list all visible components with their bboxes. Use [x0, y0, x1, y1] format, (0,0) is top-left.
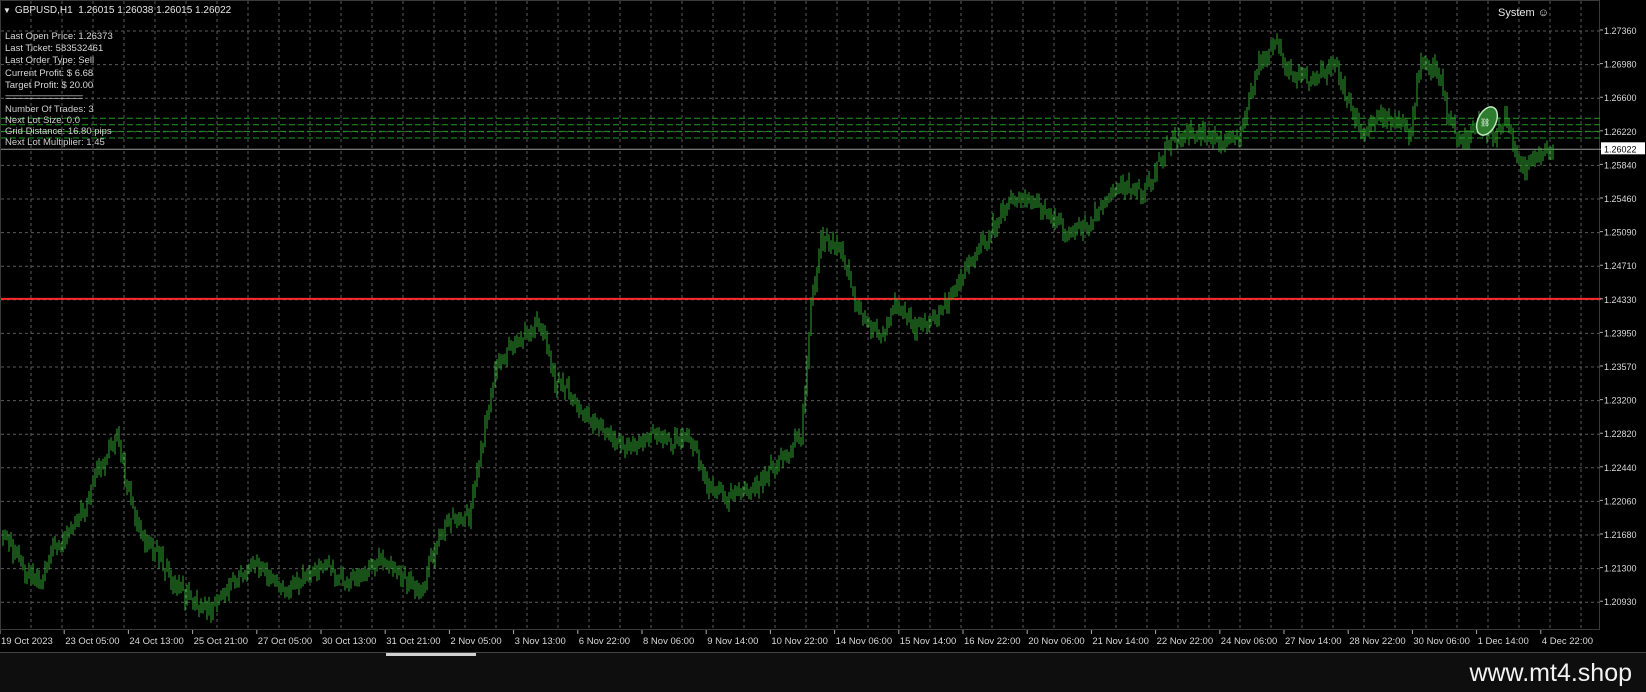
time-tick-label: 6 Nov 22:00: [579, 636, 630, 647]
time-tick-label: 23 Oct 05:00: [65, 636, 119, 647]
time-tick-label: 24 Nov 06:00: [1221, 636, 1278, 647]
chart-tab-indicator[interactable]: [386, 653, 476, 656]
price-tick-label: 1.25090: [1604, 228, 1637, 238]
price-tick-label: 1.20930: [1604, 597, 1637, 607]
grid-distance: Grid Distance: 16.80 pips: [5, 126, 112, 137]
price-tick-label: 1.21300: [1604, 564, 1637, 574]
time-tick-label: 9 Nov 14:00: [707, 636, 758, 647]
price-scale[interactable]: 1.27360 1.26980 1.26600 1.26220 1.25840 1.254…: [1600, 0, 1646, 641]
time-tick-label: 3 Nov 13:00: [515, 636, 566, 647]
chart-plot-area[interactable]: ⛓ ▼ GBPUSD,H1 1.26015 1.26038 1.26015 1.2…: [0, 0, 1601, 631]
time-tick-label: 21 Nov 14:00: [1092, 636, 1149, 647]
price-tick-label: 1.26220: [1604, 127, 1637, 137]
price-tick-label: 1.23570: [1604, 362, 1637, 372]
price-tick-label: 1.25840: [1604, 160, 1637, 170]
price-bars: [2, 33, 1554, 623]
symbol-timeframe: GBPUSD,H1: [14, 5, 73, 16]
time-tick-label: 24 Oct 13:00: [129, 636, 183, 647]
next-lot-multiplier: Next Lot Multiplier: 1.45: [5, 137, 105, 148]
chart-window[interactable]: ⛓ ▼ GBPUSD,H1 1.26015 1.26038 1.26015 1.2…: [0, 0, 1646, 652]
price-tick-label: 1.23950: [1604, 328, 1637, 338]
time-tick-label: 20 Nov 06:00: [1028, 636, 1085, 647]
last-order-type: Last Order Type: Sell: [5, 55, 95, 67]
price-tick-label: 1.22820: [1604, 429, 1637, 439]
price-tick-label: 1.21680: [1604, 530, 1637, 540]
time-tick-label: 30 Nov 06:00: [1413, 636, 1470, 647]
price-tick-label: 1.23200: [1604, 396, 1637, 406]
ea-info-panel: Last Open Price: 1.26373 Last Ticket: 58…: [5, 31, 113, 104]
price-tick-label: 1.27360: [1604, 26, 1637, 36]
separator-line: =================: [5, 92, 83, 104]
last-open-price: Last Open Price: 1.26373: [5, 31, 113, 42]
time-axis: 19 Oct 2023 23 Oct 05:00 24 Oct 13:00 25 Oc…: [0, 630, 1593, 647]
system-label: System: [1498, 7, 1535, 19]
time-tick-label: 2 Nov 05:00: [450, 636, 501, 647]
time-tick-label: 16 Nov 22:00: [964, 636, 1021, 647]
svg-text:⛓: ⛓: [1480, 118, 1490, 127]
smiley-icon: ☺: [1537, 7, 1549, 19]
footer-bar: www.mt4.shop: [0, 652, 1646, 692]
time-tick-label: 15 Nov 14:00: [900, 636, 957, 647]
dropdown-triangle-icon[interactable]: ▼: [3, 6, 11, 15]
brand-watermark: www.mt4.shop: [1469, 659, 1632, 687]
price-tick-label: 1.24330: [1604, 295, 1637, 305]
price-axis: 1.27360 1.26980 1.26600 1.26220 1.25840 1.254…: [1600, 26, 1645, 641]
time-tick-label: 1 Dec 14:00: [1478, 636, 1529, 647]
price-chart[interactable]: ⛓: [1, 1, 1601, 631]
ea-overlap-text: Number Of Trades: 3 Next Lot Size: 0.0 G…: [5, 104, 112, 148]
price-tick-label: 1.22060: [1604, 496, 1637, 506]
chart-header: ▼ GBPUSD,H1 1.26015 1.26038 1.26015 1.260…: [3, 5, 231, 16]
ohlc-readout: 1.26015 1.26038 1.26015 1.26022: [78, 5, 232, 16]
time-tick-label: 31 Oct 21:00: [386, 636, 440, 647]
time-tick-label: 30 Oct 13:00: [322, 636, 376, 647]
price-tick-label: 1.22440: [1604, 463, 1637, 473]
time-tick-label: 14 Nov 06:00: [836, 636, 893, 647]
last-ticket: Last Ticket: 583532461: [5, 43, 104, 55]
price-tick-label: 1.25460: [1604, 194, 1637, 204]
time-scale[interactable]: 19 Oct 2023 23 Oct 05:00 24 Oct 13:00 25 Oc…: [0, 630, 1600, 652]
time-tick-label: 25 Oct 21:00: [194, 636, 248, 647]
time-tick-label: 27 Oct 05:00: [258, 636, 312, 647]
time-tick-label: 10 Nov 22:00: [771, 636, 828, 647]
target-profit: Target Profit: $ 20.00: [5, 79, 94, 91]
time-tick-label: 8 Nov 06:00: [643, 636, 694, 647]
current-price-label: 1.26022: [1604, 144, 1637, 154]
price-tick-label: 1.26600: [1604, 93, 1637, 103]
number-of-trades: Number Of Trades: 3: [5, 104, 94, 115]
time-tick-label: 28 Nov 22:00: [1349, 636, 1406, 647]
expert-status[interactable]: System ☺: [1498, 7, 1549, 19]
time-tick-label: 22 Nov 22:00: [1157, 636, 1214, 647]
time-tick-label: 27 Nov 14:00: [1285, 636, 1342, 647]
time-tick-label: 4 Dec 22:00: [1542, 636, 1593, 647]
next-lot-size: Next Lot Size: 0.0: [5, 115, 80, 126]
price-tick-label: 1.24710: [1604, 261, 1637, 271]
current-profit: Current Profit: $ 6.68: [5, 67, 94, 79]
price-tick-label: 1.26980: [1604, 60, 1637, 70]
time-tick-label: 19 Oct 2023: [1, 636, 53, 647]
